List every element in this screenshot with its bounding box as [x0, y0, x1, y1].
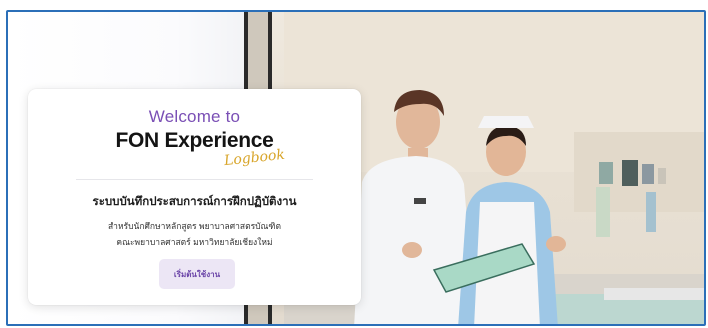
welcome-card: Welcome to FON Experience Logbook ระบบบั… [28, 89, 361, 305]
subtitle-line-2: คณะพยาบาลศาสตร์ มหาวิทยาลัยเชียงใหม่ [116, 237, 273, 247]
subtitle-line-1: สำหรับนักศึกษาหลักสูตร พยาบาลศาสตรบัณฑิต [107, 221, 282, 231]
welcome-text: Welcome to [148, 107, 241, 126]
system-title: ระบบบันทึกประสบการณ์การฝึกปฏิบัติงาน [92, 196, 297, 208]
card-divider [76, 179, 313, 180]
logo-title: FON Experience [115, 129, 274, 152]
app-frame: Welcome to FON Experience Logbook ระบบบั… [6, 10, 706, 326]
fon-experience-logo: FON Experience Logbook [28, 129, 361, 169]
get-started-button[interactable]: เริ่มต้นใช้งาน [159, 259, 235, 289]
